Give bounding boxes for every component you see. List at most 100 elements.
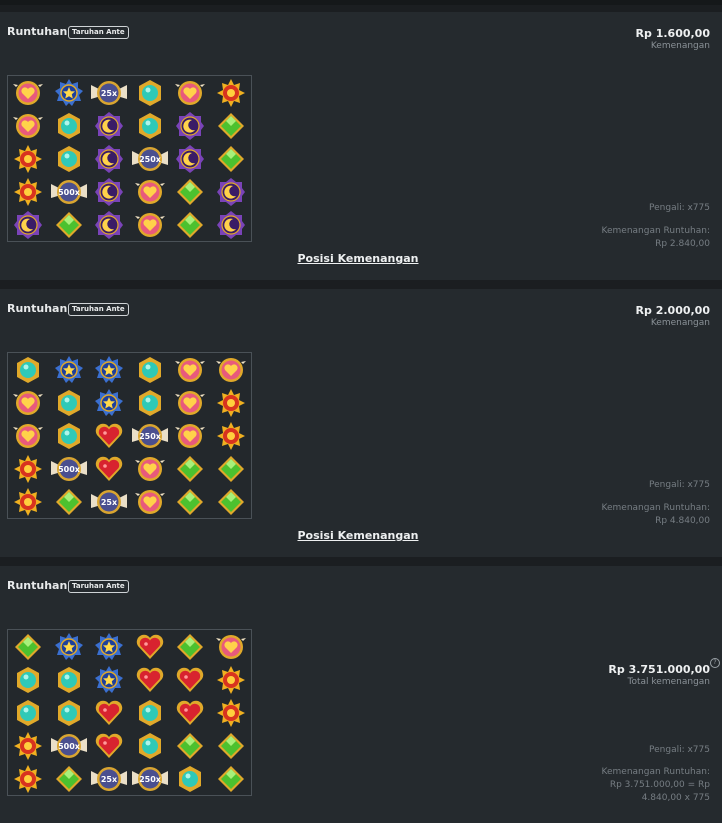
- moon-gem-icon: [89, 175, 130, 208]
- tumble-panel-2: Runtuhan Taruhan Ante 250x 500x 25x Rp 2.0…: [0, 289, 722, 557]
- sun-gem-icon: [211, 663, 252, 696]
- green-gem-icon: [177, 633, 204, 660]
- sun-gem-icon: [216, 698, 245, 727]
- green-gem-icon: [49, 208, 90, 241]
- star-gem-icon: [89, 386, 130, 419]
- multiplier-text: Pengali: x775: [649, 203, 710, 213]
- panel-title: Runtuhan: [7, 302, 68, 315]
- sun-gem-icon: [211, 386, 252, 419]
- sun-gem-icon: [216, 421, 245, 450]
- green-gem-icon: [217, 732, 244, 759]
- teal-gem-icon: [138, 389, 161, 416]
- tumble-win-label: Kemenangan Runtuhan:: [601, 767, 710, 777]
- red-heart-gem-icon: [170, 696, 211, 729]
- teal-gem-icon: [49, 696, 90, 729]
- tumble-win-value: Rp 2.840,00: [655, 239, 710, 249]
- heart-gem-icon: [170, 386, 211, 419]
- tumble-win-value: Rp 4.840,00: [655, 516, 710, 526]
- star-gem-icon: [54, 78, 83, 106]
- star-gem-icon: [89, 353, 130, 386]
- multiplier-orb-icon: 250x: [131, 423, 168, 448]
- top-bar: [0, 0, 722, 5]
- heart-gem-icon: [175, 390, 206, 415]
- teal-gem-icon: [17, 356, 40, 383]
- ante-bet-badge: Taruhan Ante: [68, 580, 129, 593]
- multiplier-orb-icon: 250x: [131, 146, 168, 171]
- red-heart-gem-icon: [89, 696, 130, 729]
- sun-gem-icon: [14, 454, 43, 483]
- heart-gem-icon: [8, 109, 49, 142]
- multiplier-orb-icon: 25x: [89, 76, 130, 109]
- total-win-label: Total kemenangan: [627, 677, 710, 687]
- red-heart-gem-icon: [170, 663, 211, 696]
- svg-text:25x: 25x: [101, 775, 118, 784]
- teal-gem-icon: [179, 765, 202, 792]
- red-heart-gem-icon: [177, 700, 204, 725]
- green-gem-icon: [55, 765, 82, 792]
- tumble-panel-1: Runtuhan Taruhan Ante 25x 250x 500x Rp 1.6…: [0, 12, 722, 280]
- win-amount: Rp 2.000,00: [635, 304, 710, 317]
- teal-gem-icon: [17, 666, 40, 693]
- winning-positions-link[interactable]: Posisi Kemenangan: [0, 252, 716, 265]
- green-gem-icon: [177, 178, 204, 205]
- teal-gem-icon: [170, 762, 211, 795]
- multiplier-text: Pengali: x775: [649, 745, 710, 755]
- multiplier-orb-icon: 500x: [50, 179, 87, 204]
- red-heart-gem-icon: [96, 700, 123, 725]
- star-gem-icon: [49, 630, 90, 663]
- multiplier-orb-icon: 500x: [49, 175, 90, 208]
- moon-gem-icon: [170, 109, 211, 142]
- sun-gem-icon: [216, 388, 245, 417]
- red-heart-gem-icon: [96, 423, 123, 448]
- red-heart-gem-icon: [89, 452, 130, 485]
- svg-text:250x: 250x: [139, 775, 162, 784]
- star-gem-icon: [49, 353, 90, 386]
- teal-gem-icon: [49, 663, 90, 696]
- teal-gem-icon: [57, 666, 80, 693]
- teal-gem-icon: [57, 145, 80, 172]
- red-heart-gem-icon: [136, 667, 163, 692]
- green-gem-icon: [55, 488, 82, 515]
- sun-gem-icon: [8, 452, 49, 485]
- multiplier-orb-icon: 500x: [50, 733, 87, 758]
- winning-positions-link[interactable]: Posisi Kemenangan: [0, 529, 716, 542]
- teal-gem-icon: [49, 386, 90, 419]
- heart-gem-icon: [8, 419, 49, 452]
- green-gem-icon: [217, 765, 244, 792]
- green-gem-icon: [55, 211, 82, 238]
- tumble-win-label: Kemenangan Runtuhan:: [601, 503, 710, 513]
- svg-text:500x: 500x: [58, 742, 81, 751]
- multiplier-orb-icon: 25x: [91, 489, 128, 514]
- tumble-win-value: Rp 3.751.000,00 = Rp: [609, 780, 710, 790]
- sun-gem-icon: [8, 175, 49, 208]
- star-gem-icon: [49, 76, 90, 109]
- heart-gem-icon: [8, 76, 49, 109]
- question-icon[interactable]: ?: [710, 658, 720, 668]
- teal-gem-icon: [130, 353, 171, 386]
- teal-gem-icon: [49, 419, 90, 452]
- svg-text:500x: 500x: [58, 188, 81, 197]
- green-gem-icon: [49, 762, 90, 795]
- green-gem-icon: [177, 488, 204, 515]
- svg-text:25x: 25x: [101, 498, 118, 507]
- red-heart-gem-icon: [96, 456, 123, 481]
- heart-gem-icon: [13, 423, 44, 448]
- heart-gem-icon: [13, 113, 44, 138]
- heart-gem-icon: [170, 353, 211, 386]
- green-gem-icon: [170, 452, 211, 485]
- sun-gem-icon: [14, 177, 43, 206]
- red-heart-gem-icon: [130, 630, 171, 663]
- moon-gem-icon: [216, 210, 245, 239]
- svg-text:250x: 250x: [139, 432, 162, 441]
- heart-gem-icon: [211, 353, 252, 386]
- star-gem-icon: [95, 388, 124, 416]
- green-gem-icon: [217, 112, 244, 139]
- heart-gem-icon: [134, 456, 165, 481]
- heart-gem-icon: [130, 452, 171, 485]
- heart-gem-icon: [215, 634, 246, 659]
- heart-gem-icon: [211, 630, 252, 663]
- heart-gem-icon: [215, 357, 246, 382]
- red-heart-gem-icon: [96, 733, 123, 758]
- moon-gem-icon: [176, 111, 205, 140]
- sun-gem-icon: [216, 78, 245, 107]
